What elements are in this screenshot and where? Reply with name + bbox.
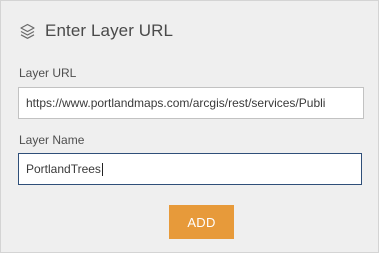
panel-title: Enter Layer URL xyxy=(45,21,174,40)
layer-url-value: https://www.portlandmaps.com/arcgis/rest… xyxy=(26,96,326,110)
add-button[interactable]: ADD xyxy=(169,205,234,239)
enter-layer-url-panel: Enter Layer URL Layer URL https://www.po… xyxy=(0,0,379,253)
layer-url-input[interactable]: https://www.portlandmaps.com/arcgis/rest… xyxy=(18,87,364,119)
layers-icon xyxy=(19,23,36,40)
layer-name-input[interactable]: PortlandTrees xyxy=(18,153,362,185)
layer-name-label: Layer Name xyxy=(19,133,85,147)
layer-name-value: PortlandTrees xyxy=(26,162,101,176)
panel-header: Enter Layer URL xyxy=(19,20,173,42)
layer-url-label: Layer URL xyxy=(19,66,77,80)
text-cursor xyxy=(101,163,103,177)
